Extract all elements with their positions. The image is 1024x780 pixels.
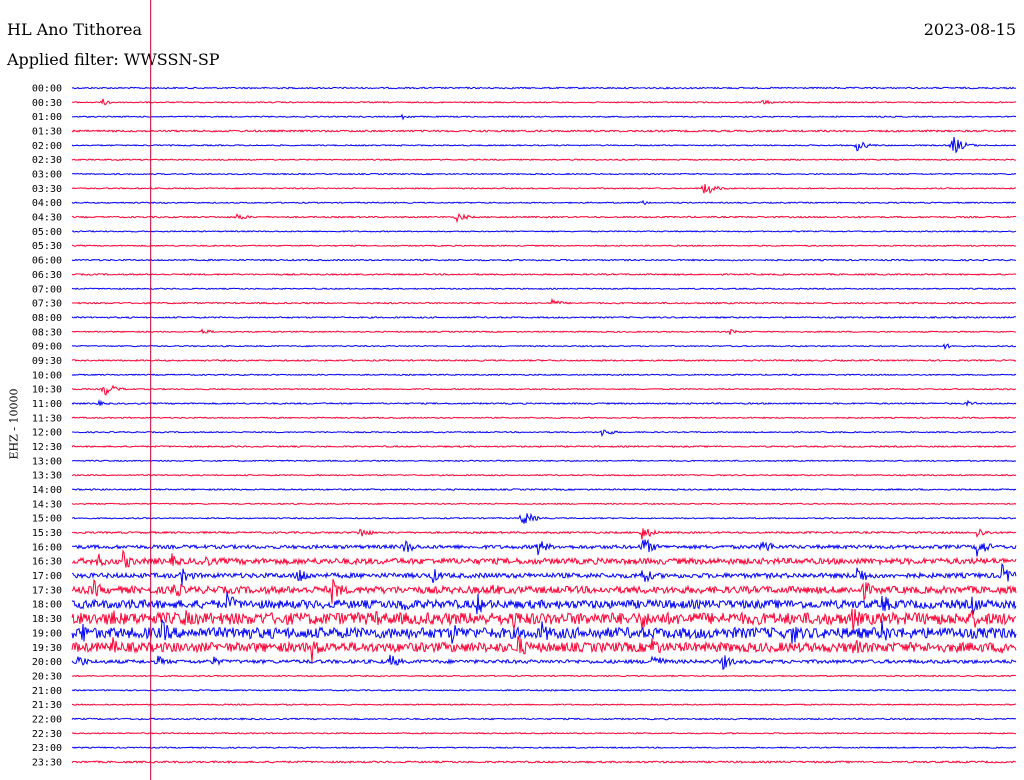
- trace-line: [72, 538, 1017, 557]
- trace-line: [71, 86, 1017, 90]
- time-label: 13:30: [32, 471, 62, 482]
- time-label: 06:30: [32, 270, 62, 281]
- trace-line: [71, 416, 1017, 420]
- time-label: 19:30: [32, 643, 62, 654]
- time-label: 20:00: [32, 657, 62, 668]
- time-label: 12:30: [32, 442, 62, 453]
- trace-line: [71, 717, 1017, 721]
- trace-line: [71, 343, 1017, 351]
- time-label: 01:00: [32, 112, 62, 123]
- time-label: 20:30: [32, 671, 62, 682]
- trace-line: [71, 549, 1017, 568]
- time-label: 03:30: [32, 184, 62, 195]
- time-label: 10:30: [32, 385, 62, 396]
- time-label: 00:30: [32, 98, 62, 109]
- trace-line: [71, 731, 1017, 735]
- trace-line: [71, 358, 1017, 363]
- time-label: 03:00: [32, 170, 62, 181]
- time-label: 04:30: [32, 213, 62, 224]
- trace-line: [71, 473, 1017, 477]
- time-label: 16:30: [32, 557, 62, 568]
- trace-line: [71, 760, 1017, 764]
- time-label: 04:00: [32, 198, 62, 209]
- trace-line: [71, 297, 1017, 305]
- trace-line: [71, 212, 1017, 224]
- trace-line: [71, 578, 1017, 604]
- time-label: 19:00: [32, 628, 62, 639]
- time-label: 02:00: [32, 141, 62, 152]
- time-label: 18:30: [32, 614, 62, 625]
- time-label: 01:30: [32, 127, 62, 138]
- time-label: 15:30: [32, 528, 62, 539]
- trace-line: [71, 373, 1017, 377]
- trace-line: [71, 444, 1017, 449]
- trace-line: [71, 608, 1017, 631]
- trace-line: [71, 488, 1017, 492]
- trace-line: [71, 654, 1017, 671]
- helicorder-plot: 00:00 00:30 01:00 01:30 02:00 02:30 03:00 03:30…: [32, 0, 1017, 780]
- time-label: 15:00: [32, 514, 62, 525]
- trace-line: [71, 258, 1017, 262]
- trace-line: [71, 502, 1017, 506]
- trace-line: [71, 287, 1017, 291]
- trace-line: [71, 113, 1017, 121]
- trace-line: [71, 129, 1017, 133]
- time-label: 10:00: [32, 370, 62, 381]
- trace-line: [71, 674, 1017, 678]
- trace-line: [71, 512, 1017, 524]
- trace-line: [71, 172, 1017, 176]
- time-label: 13:00: [32, 456, 62, 467]
- time-label: 02:30: [32, 155, 62, 166]
- time-label: 09:30: [32, 356, 62, 367]
- time-label: 14:30: [32, 499, 62, 510]
- trace-line: [71, 158, 1017, 162]
- trace-line: [71, 136, 1017, 154]
- trace-line: [71, 399, 1017, 408]
- time-label: 12:00: [32, 428, 62, 439]
- time-label: 11:30: [32, 413, 62, 424]
- time-label: 08:30: [32, 327, 62, 338]
- time-label: 17:00: [32, 571, 62, 582]
- time-label: 23:30: [32, 757, 62, 768]
- time-label: 06:00: [32, 256, 62, 267]
- trace-line: [71, 592, 1017, 615]
- trace-line: [71, 528, 1017, 540]
- time-label: 05:00: [32, 227, 62, 238]
- trace-line: [71, 184, 1017, 195]
- time-label: 07:30: [32, 299, 62, 310]
- trace-line: [71, 384, 1017, 396]
- time-label: 09:00: [32, 342, 62, 353]
- time-label: 05:30: [32, 241, 62, 252]
- time-label: 07:00: [32, 284, 62, 295]
- trace-line: [71, 746, 1017, 749]
- trace-line: [71, 244, 1017, 248]
- trace-line: [71, 315, 1017, 319]
- time-label: 21:30: [32, 700, 62, 711]
- time-label: 22:30: [32, 729, 62, 740]
- time-label: 14:00: [32, 485, 62, 496]
- time-label: 08:00: [32, 313, 62, 324]
- trace-line: [71, 562, 1017, 586]
- trace-line: [72, 429, 1017, 438]
- trace-line: [71, 688, 1017, 692]
- time-label: 23:00: [32, 743, 62, 754]
- time-label: 00:00: [32, 84, 62, 95]
- time-label: 11:00: [32, 399, 62, 410]
- time-label: 17:30: [32, 585, 62, 596]
- time-label: 18:00: [32, 600, 62, 611]
- trace-line: [71, 459, 1017, 463]
- time-label: 22:00: [32, 714, 62, 725]
- trace-line: [71, 703, 1016, 706]
- trace-line: [71, 199, 1017, 206]
- trace-line: [71, 272, 1017, 276]
- trace-line: [71, 230, 1017, 233]
- trace-line: [71, 98, 1016, 106]
- trace-line: [71, 328, 1016, 335]
- time-label: 16:00: [32, 542, 62, 553]
- time-label: 21:00: [32, 686, 62, 697]
